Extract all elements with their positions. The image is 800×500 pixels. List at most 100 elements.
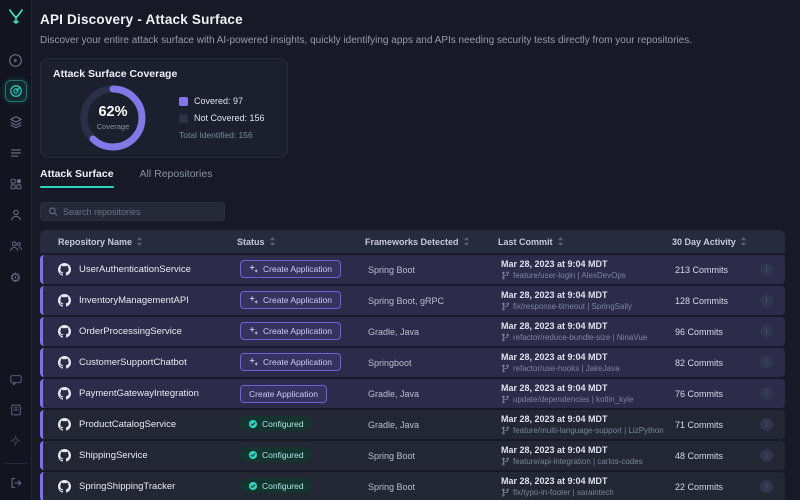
git-branch-icon [502,395,509,404]
col-frameworks-detected[interactable]: Frameworks Detected [365,237,498,247]
git-branch-icon [502,333,509,342]
commit-branch: feature/api-integration | carlos-codes [501,457,675,466]
coverage-percent: 62% [98,104,128,121]
configured-badge: Configured [240,478,312,493]
repositories-table: Repository Name Status Frameworks Detect… [40,230,785,500]
info-icon[interactable]: i [760,356,773,369]
sort-icon [136,237,143,246]
create-application-button[interactable]: Create Application [240,291,341,309]
grid-apps-icon[interactable] [5,173,27,195]
activity-commits: 22 Commits [675,481,724,492]
commit-date: Mar 28, 2023 at 9:04 MDT [501,445,608,455]
activity-commits: 48 Commits [675,450,724,461]
configured-badge: Configured [240,447,312,462]
table-row[interactable]: PaymentGatewayIntegration Create Applica… [40,379,785,408]
legend-covered: Covered: 97 [179,96,265,106]
repo-name: ProductCatalogService [79,419,177,430]
info-icon[interactable]: i [760,418,773,431]
legend-not-covered: Not Covered: 156 [179,113,265,123]
status-cell: Create Application [240,260,368,279]
github-icon [58,325,71,338]
users-icon[interactable] [5,235,27,257]
info-icon[interactable]: i [760,449,773,462]
git-branch-icon [502,302,509,311]
table-row[interactable]: SpringShippingTracker Configured Spring … [40,472,785,500]
table-row[interactable]: ShippingService Configured Spring Boot M… [40,441,785,470]
repo-name: UserAuthenticationService [79,264,191,275]
api-discovery-radar-icon[interactable] [4,80,27,102]
search-icon [49,207,58,216]
repo-name: PaymentGatewayIntegration [79,388,199,399]
commit-branch-text: feature/api-integration | carlos-codes [513,457,643,466]
search-input[interactable] [63,206,217,217]
coverage-percent-label: Coverage [96,121,130,131]
frameworks: Spring Boot, gRPC [368,295,445,306]
layers-icon[interactable] [5,111,27,133]
frameworks: Gradle, Java [368,388,420,399]
configured-badge: Configured [240,416,312,431]
commit-date: Mar 28, 2023 at 9:04 MDT [501,414,608,424]
tab-all-repositories[interactable]: All Repositories [140,168,213,188]
git-branch-icon [502,457,509,466]
commit-branch-text: refactor/reduce-bundle-size | NinaVue [513,333,648,342]
commit-branch: feature/user-login | AlexDevOps [501,271,675,280]
chat-icon[interactable] [5,369,27,391]
logout-icon[interactable] [5,472,27,494]
total-identified: Total Identified: 156 [179,130,253,140]
repo-name: CustomerSupportChatbot [79,357,187,368]
legend-covered-swatch [179,96,188,106]
table-row[interactable]: InventoryManagementAPI Create Applicatio… [40,286,785,315]
col-status[interactable]: Status [237,237,365,247]
tab-attack-surface[interactable]: Attack Surface [40,168,114,188]
table-row[interactable]: ProductCatalogService Configured Gradle,… [40,410,785,439]
play-circle-icon[interactable] [5,49,27,71]
commit-branch: update/dependencies | kotlin_kyle [501,395,675,404]
sparkle-plus-icon [249,358,259,366]
search-box[interactable] [40,202,225,221]
spark-icon[interactable] [5,429,27,451]
commit-branch: refactor/use-hooks | JakeJava [501,364,675,373]
brand-logo [7,8,25,31]
info-icon[interactable]: i [760,263,773,276]
activity-commits: 82 Commits [675,357,724,368]
status-cell: Create Application [240,291,368,310]
table-row[interactable]: OrderProcessingService Create Applicatio… [40,317,785,346]
commit-branch: feature/multi-language-support | LizPyth… [501,426,675,435]
github-icon [58,418,71,431]
commit-date: Mar 28, 2023 at 9:04 MDT [501,383,608,393]
list-icon[interactable] [5,142,27,164]
github-icon [58,263,71,276]
create-application-button[interactable]: Create Application [240,322,341,340]
create-application-button[interactable]: Create Application [240,353,341,371]
table-row[interactable]: CustomerSupportChatbot Create Applicatio… [40,348,785,377]
sort-icon [463,237,469,246]
create-application-button[interactable]: Create Application [240,385,327,403]
info-icon[interactable]: i [760,325,773,338]
info-icon[interactable]: i [760,387,773,400]
table-header: Repository Name Status Frameworks Detect… [40,230,785,253]
gear-icon[interactable]: ⚙ [5,266,27,288]
check-circle-icon [248,481,258,490]
sparkle-plus-icon [249,296,259,304]
git-branch-icon [502,426,509,435]
col-30-day-activity[interactable]: 30 Day Activity [672,237,785,247]
create-application-button[interactable]: Create Application [240,260,341,278]
status-cell: Create Application [240,322,368,341]
commit-branch-text: fix/response-timeout | SpringSally [513,302,633,311]
commit-date: Mar 28, 2023 at 9:04 MDT [501,476,608,486]
frameworks: Spring Boot [368,450,416,461]
sparkle-plus-icon [249,327,259,335]
status-cell: Configured [240,447,368,465]
github-icon [58,294,71,307]
docs-book-icon[interactable] [5,399,27,421]
user-icon[interactable] [5,204,27,226]
col-last-commit[interactable]: Last Commit [498,237,672,247]
info-icon[interactable]: i [760,480,773,493]
table-row[interactable]: UserAuthenticationService Create Applica… [40,255,785,284]
info-icon[interactable]: i [760,294,773,307]
commit-branch-text: update/dependencies | kotlin_kyle [513,395,634,404]
github-icon [58,480,71,493]
col-repository-name[interactable]: Repository Name [40,237,237,247]
activity-commits: 128 Commits [675,295,729,306]
commit-branch: refactor/reduce-bundle-size | NinaVue [501,333,675,342]
